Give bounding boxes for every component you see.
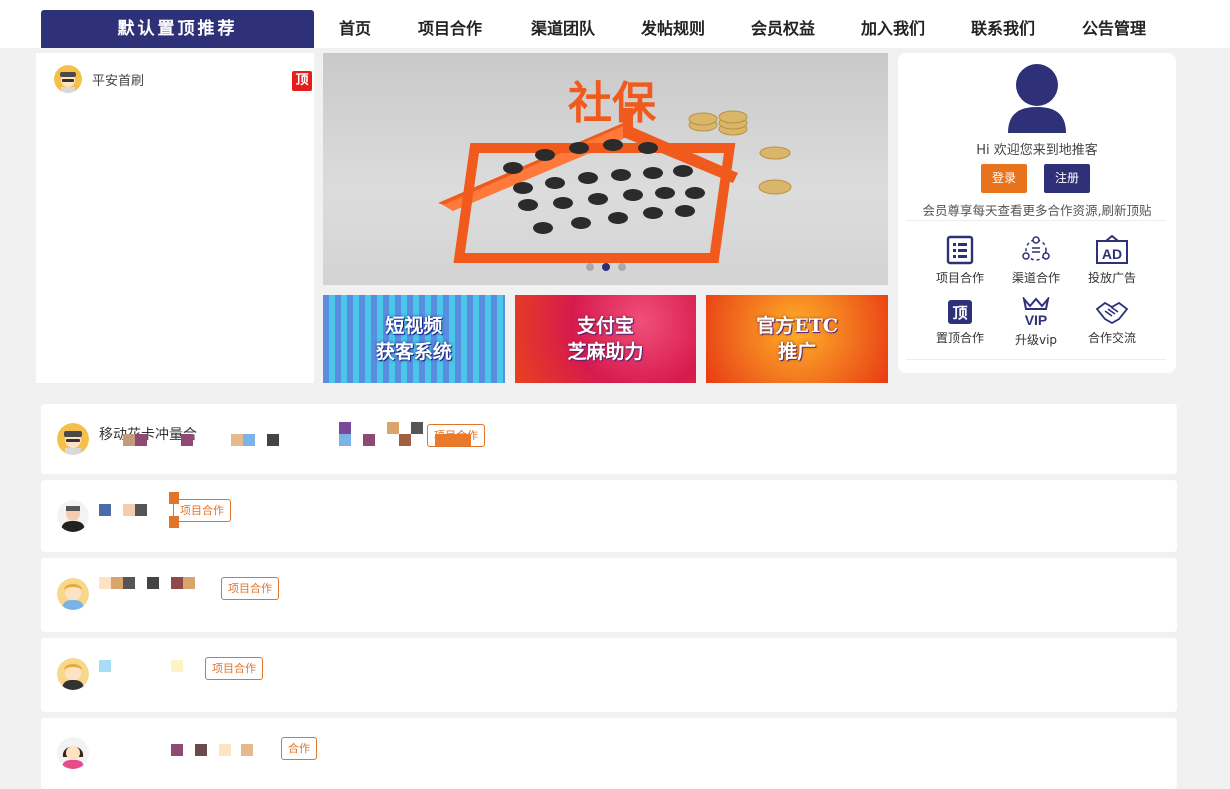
avatar	[57, 737, 89, 769]
pinned-item-name: 平安首刷	[92, 73, 145, 89]
banner-image: 社保	[438, 78, 792, 263]
quick-link-exchange[interactable]: 合作交流	[1074, 299, 1150, 359]
register-button[interactable]: 注册	[1044, 164, 1090, 193]
quick-link-label: 置顶合作	[935, 331, 984, 345]
quick-link-label: 合作交流	[1087, 331, 1136, 345]
pixel-blur	[183, 577, 195, 589]
pixel-blur	[171, 577, 183, 589]
pixel-blur	[169, 492, 179, 504]
feed-card[interactable]: 项目合作	[41, 558, 1177, 632]
quick-link-ads[interactable]: AD 投放广告	[1074, 235, 1150, 295]
tag-project[interactable]: 项目合作	[221, 577, 279, 600]
pixel-blur	[231, 434, 243, 446]
network-icon	[1022, 236, 1050, 261]
pin-top-icon: 顶	[948, 300, 972, 324]
avatar	[54, 65, 82, 93]
banner-headline: 社保	[568, 78, 657, 129]
carousel-dot-active[interactable]	[601, 263, 610, 271]
pixel-blur	[135, 504, 147, 516]
svg-text:VIP: VIP	[1025, 312, 1048, 327]
pixel-blur	[123, 434, 135, 446]
member-tip: 会员尊享每天查看更多合作资源,刷新顶贴	[922, 203, 1152, 218]
quick-link-label: 渠道合作	[1011, 271, 1060, 285]
nav-channel-team[interactable]: 渠道团队	[510, 10, 616, 48]
pinned-item[interactable]: 平安首刷	[54, 65, 144, 93]
default-user-avatar-icon	[1006, 61, 1068, 133]
carousel-dot[interactable]	[585, 263, 594, 271]
pixel-blur	[171, 744, 183, 756]
quick-link-label: 升级vip	[1014, 333, 1058, 347]
pixel-blur	[147, 577, 159, 589]
quick-link-projects[interactable]: 项目合作	[922, 235, 998, 295]
pixel-blur	[123, 577, 135, 589]
quick-link-channels[interactable]: 渠道合作	[998, 235, 1074, 295]
avatar	[57, 658, 89, 690]
login-button[interactable]: 登录	[981, 164, 1027, 193]
nav-contact-us[interactable]: 联系我们	[950, 10, 1056, 48]
nav-posting-rules[interactable]: 发帖规则	[616, 10, 730, 48]
tag-project[interactable]: 项目合作	[205, 657, 263, 680]
tile-etc-promo[interactable]: 官方ETC 推广	[706, 295, 889, 383]
pixel-blur	[267, 434, 279, 446]
pixel-blur	[339, 422, 351, 434]
pixel-blur	[219, 744, 231, 756]
pinned-list: 平安首刷 顶	[36, 53, 314, 383]
pixel-blur	[243, 434, 255, 446]
pixel-blur	[411, 422, 423, 434]
pixel-blur	[99, 660, 111, 672]
feed-card[interactable]: 项目合作	[41, 638, 1177, 712]
nav-projects[interactable]: 项目合作	[390, 10, 510, 48]
tag-project[interactable]: 项目合作	[173, 499, 231, 522]
avatar	[57, 500, 89, 532]
user-panel: Hi 欢迎您来到地推客 登录 注册 会员尊享每天查看更多合作资源,刷新顶贴 项目…	[898, 53, 1176, 373]
pixel-blur	[123, 504, 135, 516]
list-doc-icon	[946, 235, 974, 265]
quick-links-grid: 项目合作 渠道合作 AD 投放广告 顶 置顶合作 VIP 升级vip 合作交流	[906, 220, 1166, 360]
tile-alipay-sesame[interactable]: 支付宝 芝麻助力	[514, 295, 697, 383]
pixel-blur	[339, 434, 351, 446]
svg-text:AD: AD	[1102, 246, 1122, 262]
tag-project[interactable]: 合作	[281, 737, 317, 760]
carousel-dot[interactable]	[617, 263, 626, 271]
quick-link-pin-top[interactable]: 顶 置顶合作	[922, 299, 998, 359]
pixel-blur	[99, 504, 111, 516]
feed-card[interactable]: 合作	[41, 718, 1177, 789]
pixel-blur	[363, 434, 375, 446]
pixel-blur	[171, 660, 183, 672]
vip-crown-icon: VIP	[1022, 297, 1050, 327]
handshake-icon	[1095, 301, 1129, 325]
carousel-dots	[323, 263, 888, 271]
nav-announcements[interactable]: 公告管理	[1056, 10, 1172, 48]
pixel-blur	[195, 744, 207, 756]
pixel-blur	[435, 434, 471, 446]
feed-card[interactable]: 移动花卡冲量合 项目合作	[41, 404, 1177, 474]
avatar	[57, 578, 89, 610]
banner-carousel[interactable]: 社保	[323, 53, 888, 285]
tile-short-video[interactable]: 短视频 获客系统	[323, 295, 505, 383]
pin-top-badge: 顶	[292, 71, 312, 91]
pixel-blur	[387, 422, 399, 434]
welcome-text: Hi 欢迎您来到地推客	[976, 143, 1098, 158]
nav-home[interactable]: 首页	[320, 10, 390, 48]
pixel-blur	[241, 744, 253, 756]
pixel-blur	[169, 516, 179, 528]
quick-link-label: 投放广告	[1087, 271, 1136, 285]
quick-link-label: 项目合作	[935, 271, 984, 285]
top-nav-bar: 默认置顶推荐 首页 项目合作 渠道团队 发帖规则 会员权益 加入我们 联系我们 …	[0, 0, 1230, 48]
pixel-blur	[111, 577, 123, 589]
ad-icon: AD	[1096, 235, 1128, 264]
default-top-recommend-tab[interactable]: 默认置顶推荐	[41, 10, 314, 48]
svg-text:顶: 顶	[952, 304, 967, 322]
main-nav: 首页 项目合作 渠道团队 发帖规则 会员权益 加入我们 联系我们 公告管理	[320, 10, 1172, 48]
pixel-blur	[135, 434, 147, 446]
avatar	[57, 423, 89, 455]
pixel-blur	[399, 434, 411, 446]
nav-member-benefits[interactable]: 会员权益	[730, 10, 836, 48]
pixel-blur	[181, 434, 193, 446]
feed-card[interactable]: 项目合作	[41, 480, 1177, 552]
promo-tiles: 短视频 获客系统 支付宝 芝麻助力 官方ETC 推广	[323, 295, 889, 383]
quick-link-upgrade-vip[interactable]: VIP 升级vip	[998, 297, 1074, 357]
pixel-blur	[99, 577, 111, 589]
nav-join-us[interactable]: 加入我们	[836, 10, 950, 48]
